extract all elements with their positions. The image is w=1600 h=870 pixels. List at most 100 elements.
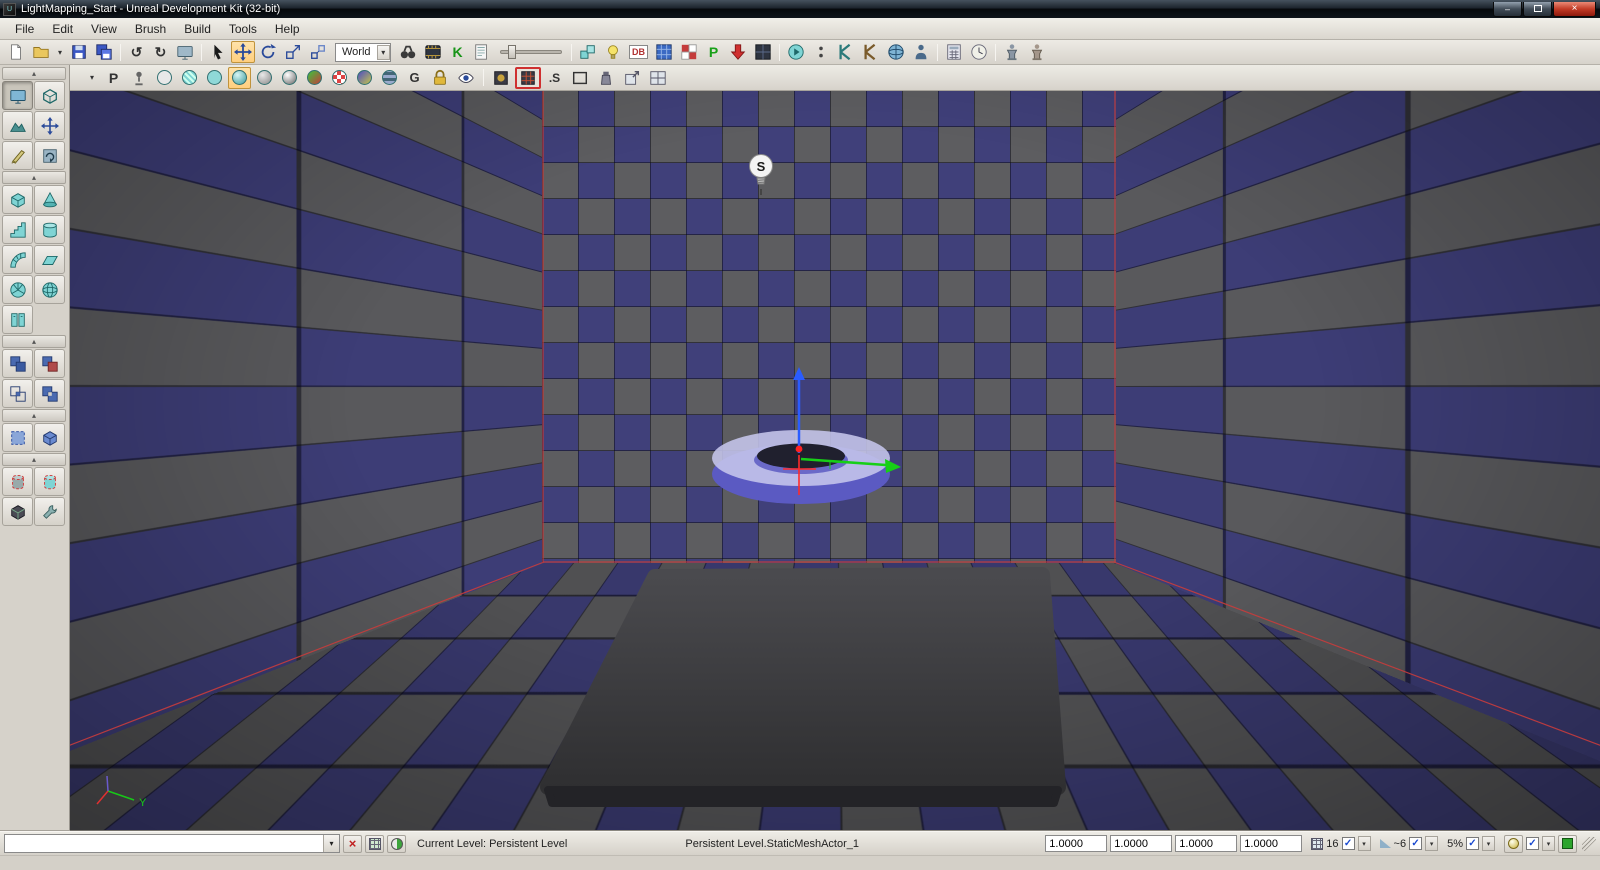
mesh-paint-button[interactable]	[2, 497, 33, 526]
menu-edit[interactable]: Edit	[43, 19, 82, 39]
coordinate-system-select[interactable]: World ▾	[335, 42, 391, 62]
asset-database-button[interactable]: DB	[626, 41, 651, 63]
palette-scroll-up[interactable]: ▴	[2, 67, 66, 80]
camera-mode-button[interactable]	[2, 81, 33, 110]
misc-tools-button[interactable]	[34, 497, 65, 526]
scale-snap-dropdown[interactable]: ▾	[1482, 836, 1495, 851]
menu-view[interactable]: View	[82, 19, 126, 39]
drag-grid-checkbox[interactable]: ✓	[1341, 837, 1355, 850]
lightmap-density-button[interactable]	[515, 66, 541, 89]
redo-button[interactable]: ↻	[149, 41, 172, 63]
brush-polys-button[interactable]	[568, 67, 592, 89]
build-paths-button[interactable]	[652, 41, 676, 63]
palette-section-divider[interactable]: ▴	[2, 335, 66, 348]
add-rigid-body-button[interactable]	[34, 467, 65, 496]
sheet-brush-button[interactable]	[34, 245, 65, 274]
play-settings-button[interactable]	[809, 41, 833, 63]
drawscale-x-field[interactable]	[1045, 835, 1108, 852]
terrain-edit-mode-button[interactable]	[2, 111, 33, 140]
game-view-button[interactable]: G	[403, 67, 426, 89]
camera-speed-slider[interactable]	[500, 45, 562, 59]
realtime-preview-button[interactable]	[454, 67, 478, 89]
publish-cook-button[interactable]	[726, 41, 750, 63]
add-volume-button[interactable]	[34, 423, 65, 452]
play-in-viewport-button[interactable]	[784, 41, 808, 63]
squint-mode-button[interactable]: .S	[543, 67, 566, 89]
lock-viewport-button[interactable]	[428, 67, 452, 89]
spiral-stairs-brush-button[interactable]	[2, 275, 33, 304]
stairs-brush-button[interactable]	[2, 215, 33, 244]
view-mode-lightmap-texel-button[interactable]	[378, 67, 401, 89]
build-geometry-button[interactable]	[576, 41, 600, 63]
palette-section-divider[interactable]: ▴	[2, 409, 66, 422]
view-mode-wireframe-button[interactable]	[178, 67, 201, 89]
view-mode-unlit-button[interactable]	[203, 67, 226, 89]
csg-intersect-button[interactable]	[2, 379, 33, 408]
save-all-button[interactable]	[92, 41, 116, 63]
menu-file[interactable]: File	[6, 19, 43, 39]
special-brush-button[interactable]	[2, 423, 33, 452]
new-level-button[interactable]	[4, 41, 28, 63]
csg-subtract-button[interactable]	[34, 349, 65, 378]
open-level-dropdown[interactable]: ▾	[54, 41, 66, 63]
refresh-level-button[interactable]	[365, 834, 384, 853]
play-network-button[interactable]	[884, 41, 908, 63]
drawscale-uniform-field[interactable]	[1240, 835, 1303, 852]
palette-section-divider[interactable]: ▴	[2, 171, 66, 184]
autosave-dropdown[interactable]: ▾	[1542, 836, 1555, 851]
view-mode-detail-lighting-button[interactable]	[253, 67, 276, 89]
source-control-status-icon[interactable]	[387, 834, 406, 853]
view-mode-lighting-only-button[interactable]	[278, 67, 301, 89]
scale-tool-button[interactable]	[281, 41, 305, 63]
scale-nonuniform-tool-button[interactable]	[306, 41, 330, 63]
window-resize-grip[interactable]	[1582, 836, 1596, 851]
menu-help[interactable]: Help	[266, 19, 309, 39]
prefab-placement-button[interactable]	[1025, 41, 1049, 63]
minimize-button[interactable]: –	[1493, 1, 1522, 17]
sentinel-stats-button[interactable]	[942, 41, 966, 63]
menu-tools[interactable]: Tools	[220, 19, 266, 39]
cube-wireframe-mode-button[interactable]	[34, 81, 65, 110]
play-on-pc-button[interactable]	[834, 41, 858, 63]
view-mode-shader-complexity-button[interactable]	[353, 67, 376, 89]
console-clear-button[interactable]: ×	[343, 834, 362, 853]
editor-fullscreen-button[interactable]	[173, 41, 197, 63]
scale-snap-checkbox[interactable]: ✓	[1466, 837, 1479, 850]
add-static-mesh-button[interactable]	[2, 467, 33, 496]
viewport-options-dropdown[interactable]: ▾	[84, 67, 100, 89]
maximize-viewport-button[interactable]	[646, 67, 670, 89]
texture-align-mode-button[interactable]	[34, 141, 65, 170]
translate-widget-mode-button[interactable]	[34, 111, 65, 140]
matinee-button[interactable]	[421, 41, 445, 63]
csg-deintersect-button[interactable]	[34, 379, 65, 408]
curved-stairs-brush-button[interactable]	[2, 245, 33, 274]
undo-button[interactable]: ↺	[125, 41, 148, 63]
console-command-combo[interactable]: ▾	[4, 834, 340, 853]
view-mode-light-complexity-button[interactable]	[303, 67, 326, 89]
autosave-checkbox[interactable]: ✓	[1526, 837, 1539, 850]
geometry-mode-button[interactable]	[2, 141, 33, 170]
search-actors-button[interactable]	[396, 41, 420, 63]
build-all-button[interactable]: P	[702, 41, 725, 63]
maximize-button[interactable]	[1523, 1, 1552, 17]
build-options-button[interactable]	[751, 41, 775, 63]
build-lighting-button[interactable]	[601, 41, 625, 63]
cylinder-brush-button[interactable]	[34, 215, 65, 244]
view-mode-brush-wireframe-button[interactable]	[153, 67, 176, 89]
palette-section-divider[interactable]: ▴	[2, 453, 66, 466]
sphere-brush-button[interactable]	[34, 275, 65, 304]
drag-grid-dropdown[interactable]: ▾	[1357, 836, 1371, 851]
csg-add-button[interactable]	[2, 349, 33, 378]
play-on-console-button[interactable]	[859, 41, 883, 63]
camera-speed-button[interactable]	[127, 67, 151, 89]
menu-build[interactable]: Build	[175, 19, 220, 39]
drawscale-z-field[interactable]	[1175, 835, 1238, 852]
perspective-button[interactable]: P	[102, 67, 125, 89]
drawscale-y-field[interactable]	[1110, 835, 1173, 852]
unlit-movement-button[interactable]	[489, 67, 513, 89]
view-mode-lit-button[interactable]	[228, 66, 251, 89]
open-level-button[interactable]	[29, 41, 53, 63]
actor-placement-button[interactable]	[1000, 41, 1024, 63]
translate-tool-button[interactable]	[231, 41, 255, 63]
autosave-button[interactable]	[1504, 834, 1523, 853]
